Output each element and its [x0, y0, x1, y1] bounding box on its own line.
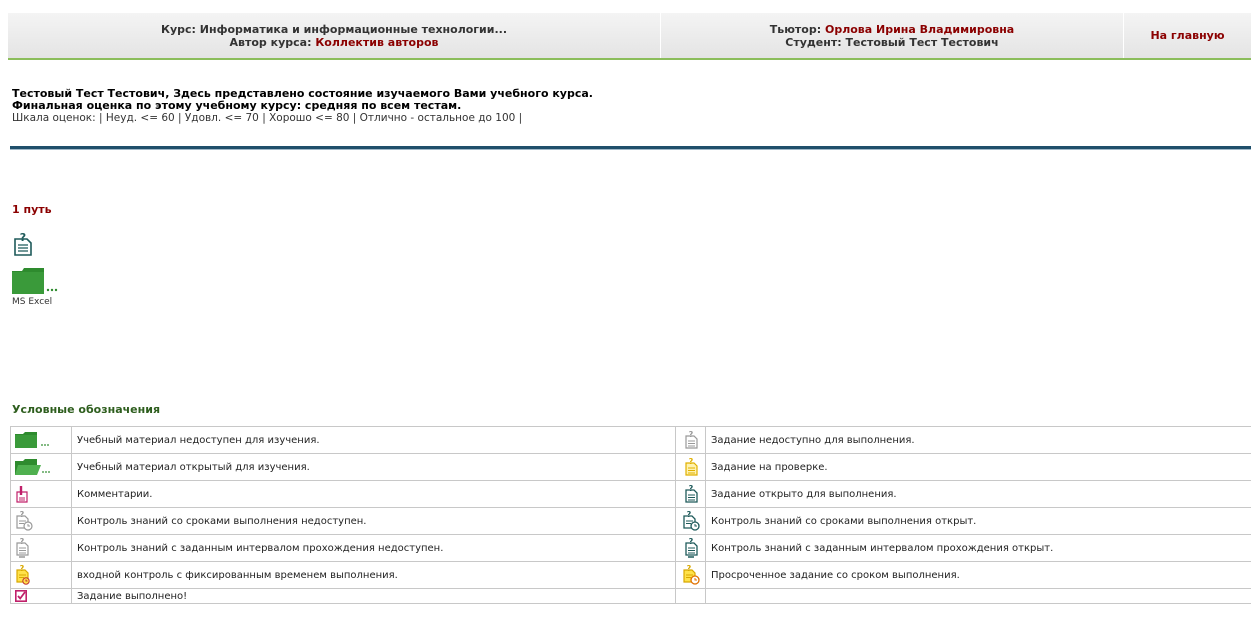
deadline-open-icon: ?	[682, 511, 700, 531]
tutor-name: Орлова Ирина Владимировна	[824, 22, 1015, 36]
svg-text:?: ?	[688, 485, 693, 493]
svg-text:?: ?	[686, 511, 691, 519]
legend-text: Контроль знаний с заданным интервалом пр…	[71, 534, 676, 562]
path-title: 1 путь	[12, 203, 52, 216]
comment-icon	[16, 486, 28, 503]
legend-text: Контроль знаний со сроками выполнения не…	[71, 507, 676, 535]
course-status-intro: Тестовый Тест Тестович, Здесь представле…	[12, 88, 593, 125]
legend-text	[705, 588, 1251, 604]
folder-closed-icon	[15, 432, 49, 448]
entry-timer-icon: ?	[16, 565, 30, 585]
legend-row: Учебный материал недоступен для изучения…	[10, 426, 1251, 454]
test-open-icon[interactable]: ?	[12, 232, 34, 256]
svg-text:?: ?	[20, 538, 25, 546]
legend-text: Просроченное задание со сроком выполнени…	[705, 561, 1251, 589]
author-label: Автор курса:	[229, 35, 312, 49]
course-name: Информатика и информационные технологии.…	[199, 22, 508, 36]
legend-text: Комментарии.	[71, 480, 676, 508]
intro-final-grade: Финальная оценка по этому учебному курсу…	[12, 99, 462, 112]
home-cell: На главную	[1124, 13, 1251, 58]
svg-text:?: ?	[688, 538, 693, 546]
tutor-info: Тьютор: Орлова Ирина Владимировна Студен…	[661, 13, 1124, 58]
folder-label[interactable]: MS Excel	[12, 297, 52, 307]
legend-row: Учебный материал открытый для изучения. …	[10, 453, 1251, 481]
legend-text: Задание открыто для выполнения.	[705, 480, 1251, 508]
done-check-icon	[15, 590, 27, 602]
legend-text: Контроль знаний со сроками выполнения от…	[705, 507, 1251, 535]
test-gray-icon: ?	[684, 431, 698, 449]
legend-text: Задание на проверке.	[705, 453, 1251, 481]
legend-row: ? Контроль знаний со сроками выполнения …	[10, 507, 1251, 535]
legend-text: Учебный материал открытый для изучения.	[71, 453, 676, 481]
svg-text:?: ?	[20, 232, 26, 244]
legend-row: Задание выполнено!	[10, 588, 1251, 604]
folder-closed-icon[interactable]	[12, 268, 62, 294]
student-name: Тестовый Тест Тестович	[845, 35, 999, 49]
header-divider	[8, 58, 1251, 60]
test-open-icon: ?	[684, 485, 698, 503]
svg-text:?: ?	[20, 511, 25, 519]
test-yellow-icon: ?	[684, 458, 698, 476]
folder-open-icon	[15, 459, 50, 475]
interval-gray-icon: ?	[16, 538, 29, 558]
legend-row: ? входной контроль с фиксированным време…	[10, 561, 1251, 589]
svg-text:?: ?	[686, 565, 691, 573]
legend-row: ? Контроль знаний с заданным интервалом …	[10, 534, 1251, 562]
legend-text: Задание выполнено!	[71, 588, 676, 604]
legend-title: Условные обозначения	[12, 403, 161, 416]
course-info: Курс: Информатика и информационные техно…	[8, 13, 661, 58]
tutor-label: Тьютор:	[769, 22, 822, 36]
legend-text: Учебный материал недоступен для изучения…	[71, 426, 676, 454]
svg-text:?: ?	[20, 565, 25, 573]
top-header: Курс: Информатика и информационные техно…	[8, 13, 1251, 58]
legend-row: Комментарии. ? Задание открыто для выпол…	[10, 480, 1251, 508]
interval-open-icon: ?	[684, 538, 698, 558]
author-name: Коллектив авторов	[315, 35, 439, 49]
grade-scale: Шкала оценок: | Неуд. <= 60 | Удовл. <= …	[12, 112, 523, 124]
legend-text: входной контроль с фиксированным времене…	[71, 561, 676, 589]
deadline-gray-icon: ?	[16, 511, 33, 531]
course-label: Курс:	[160, 22, 196, 36]
legend-text: Задание недоступно для выполнения.	[705, 426, 1251, 454]
legend-table: Учебный материал недоступен для изучения…	[10, 426, 1251, 604]
svg-text:?: ?	[688, 431, 693, 439]
section-divider	[10, 146, 1251, 150]
overdue-icon: ?	[682, 565, 700, 585]
student-label: Студент:	[785, 35, 842, 49]
legend-text: Контроль знаний с заданным интервалом пр…	[705, 534, 1251, 562]
home-link[interactable]: На главную	[1150, 29, 1224, 42]
svg-text:?: ?	[688, 458, 693, 466]
